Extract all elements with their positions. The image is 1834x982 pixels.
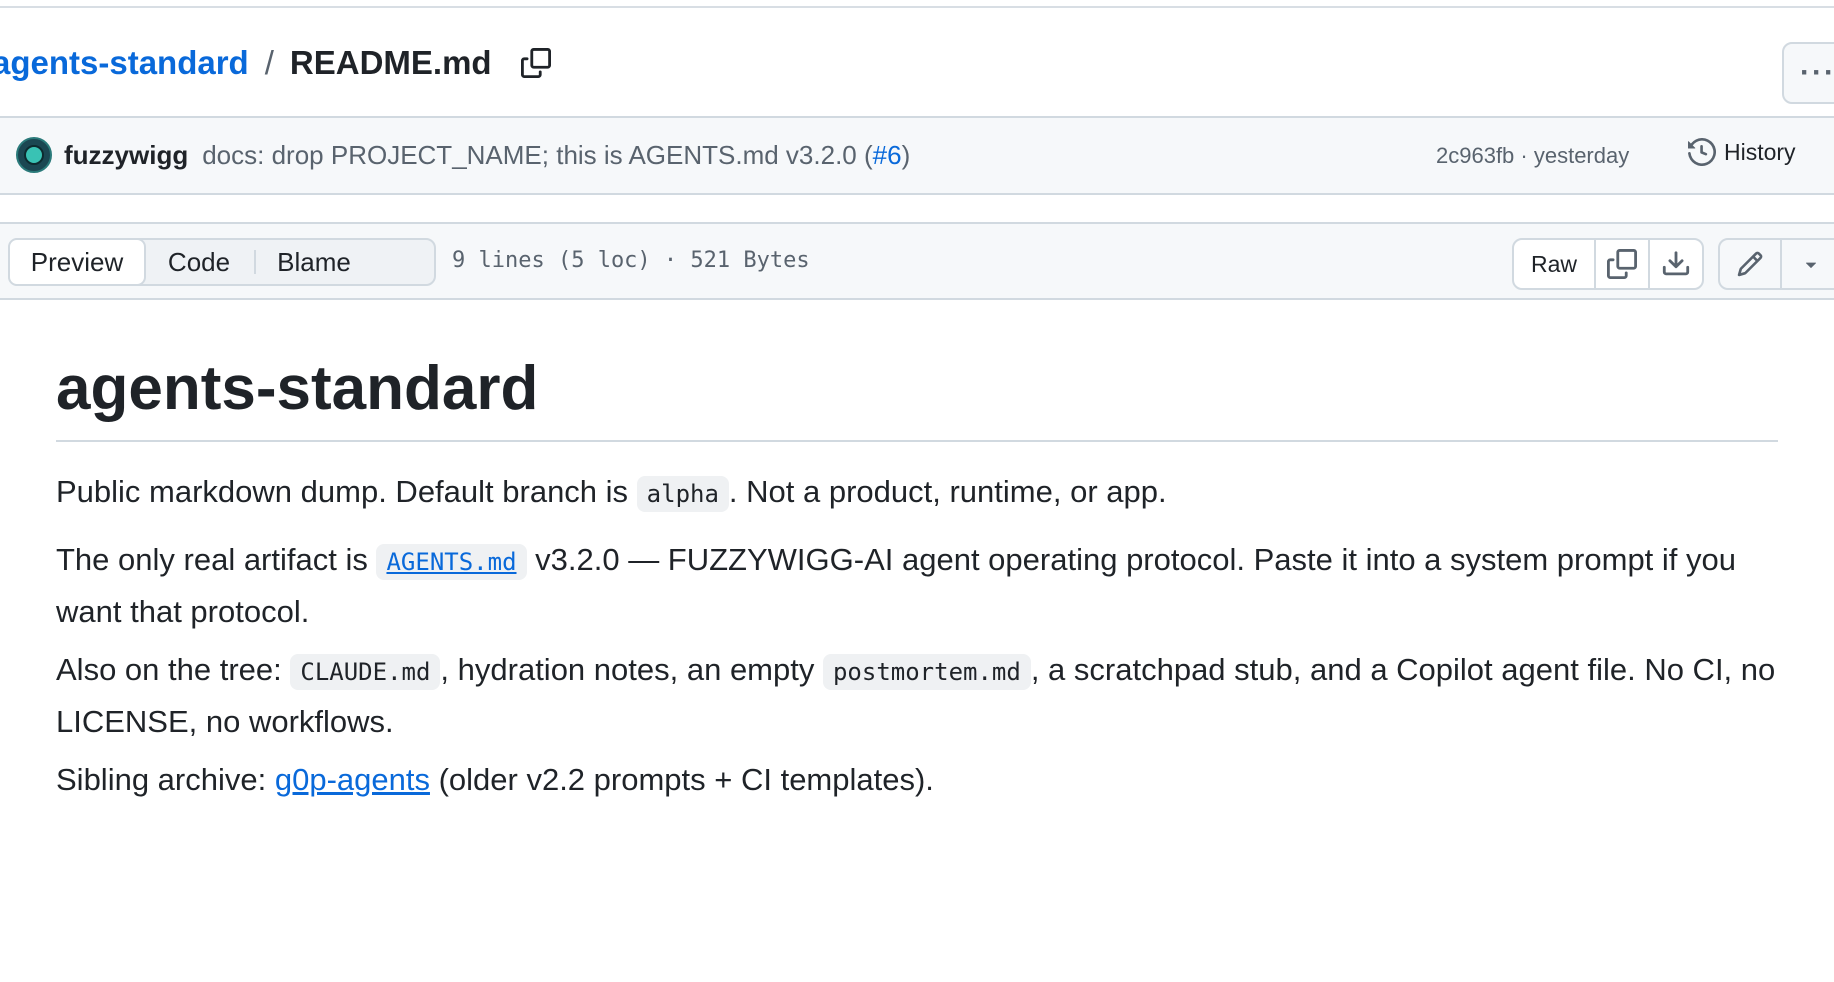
- readme-paragraph-1: Public markdown dump. Default branch is …: [56, 467, 1778, 519]
- tab-preview[interactable]: Preview: [8, 238, 146, 286]
- kebab-icon: ···: [1800, 56, 1834, 89]
- copy-path-button[interactable]: [518, 45, 554, 81]
- p3-text: Also on the tree:: [56, 652, 291, 687]
- readme-title: agents-standard: [56, 354, 539, 423]
- raw-button[interactable]: Raw: [1514, 240, 1594, 288]
- inline-code-postmortem-md: postmortem.md: [822, 654, 1031, 690]
- readme-paragraph-2: The only real artifact is AGENTS.md v3.2…: [56, 535, 1778, 637]
- avatar[interactable]: [16, 137, 52, 173]
- download-icon: [1662, 251, 1690, 276]
- copy-raw-button[interactable]: [1594, 240, 1648, 288]
- download-button[interactable]: [1648, 240, 1702, 288]
- breadcrumb-repo-link[interactable]: agents-standard: [0, 44, 249, 82]
- p1-text: Public markdown dump. Default branch is: [56, 474, 637, 509]
- edit-dropdown-button[interactable]: [1780, 240, 1834, 288]
- inline-code-alpha: alpha: [636, 476, 729, 512]
- breadcrumb-separator: /: [264, 44, 274, 81]
- p2-text: The only real artifact is: [56, 542, 377, 577]
- more-options-button[interactable]: ···: [1782, 42, 1834, 104]
- history-label: History: [1724, 138, 1796, 165]
- file-info: 9 lines (5 loc) · 521 Bytes: [452, 248, 810, 273]
- agents-md-link[interactable]: AGENTS.md: [376, 544, 527, 580]
- g0p-agents-link[interactable]: g0p-agents: [275, 762, 430, 797]
- commit-message-end: ): [901, 139, 911, 170]
- title-rule: [56, 440, 1778, 442]
- breadcrumb-file-name: README.md: [289, 44, 492, 81]
- file-header: Preview Code Blame 9 lines (5 loc) · 521…: [0, 222, 1834, 300]
- top-border: [0, 6, 1834, 8]
- readme-paragraph-3: Also on the tree: CLAUDE.md, hydration n…: [56, 645, 1778, 747]
- tab-code[interactable]: Code: [144, 240, 254, 284]
- p1-text-end: . Not a product, runtime, or app.: [728, 474, 1167, 509]
- edit-actions: [1718, 238, 1834, 290]
- divider: [0, 193, 1834, 195]
- commit-message[interactable]: docs: drop PROJECT_NAME; this is AGENTS.…: [202, 140, 910, 171]
- commit-sha-time[interactable]: 2c963fb · yesterday: [1436, 143, 1629, 169]
- copy-icon: [520, 48, 551, 78]
- caret-down-icon: [1805, 262, 1817, 268]
- commit-message-text: docs: drop PROJECT_NAME; this is AGENTS.…: [202, 139, 873, 170]
- history-icon: [1688, 138, 1716, 166]
- view-mode-switcher: Preview Code Blame: [8, 238, 436, 286]
- breadcrumb: agents-standard / README.md: [0, 40, 554, 86]
- inline-code-claude-md: CLAUDE.md: [290, 654, 441, 690]
- tab-blame[interactable]: Blame: [256, 240, 372, 284]
- p4-text: Sibling archive:: [56, 762, 275, 797]
- commit-pr-link[interactable]: #6: [873, 140, 902, 170]
- file-actions: Raw: [1512, 238, 1704, 290]
- avatar-core: [24, 145, 44, 165]
- edit-file-button[interactable]: [1720, 240, 1780, 288]
- readme-paragraph-4: Sibling archive: g0p-agents (older v2.2 …: [56, 755, 1778, 805]
- p4-text-end: (older v2.2 prompts + CI templates).: [429, 762, 934, 797]
- latest-commit-bar: fuzzywigg docs: drop PROJECT_NAME; this …: [0, 118, 1834, 194]
- p3-text-middle: , hydration notes, an empty: [440, 652, 823, 687]
- history-button[interactable]: History: [1688, 138, 1796, 166]
- commit-author[interactable]: fuzzywigg: [64, 140, 188, 171]
- copy-icon: [1607, 249, 1637, 279]
- pencil-icon: [1737, 251, 1763, 277]
